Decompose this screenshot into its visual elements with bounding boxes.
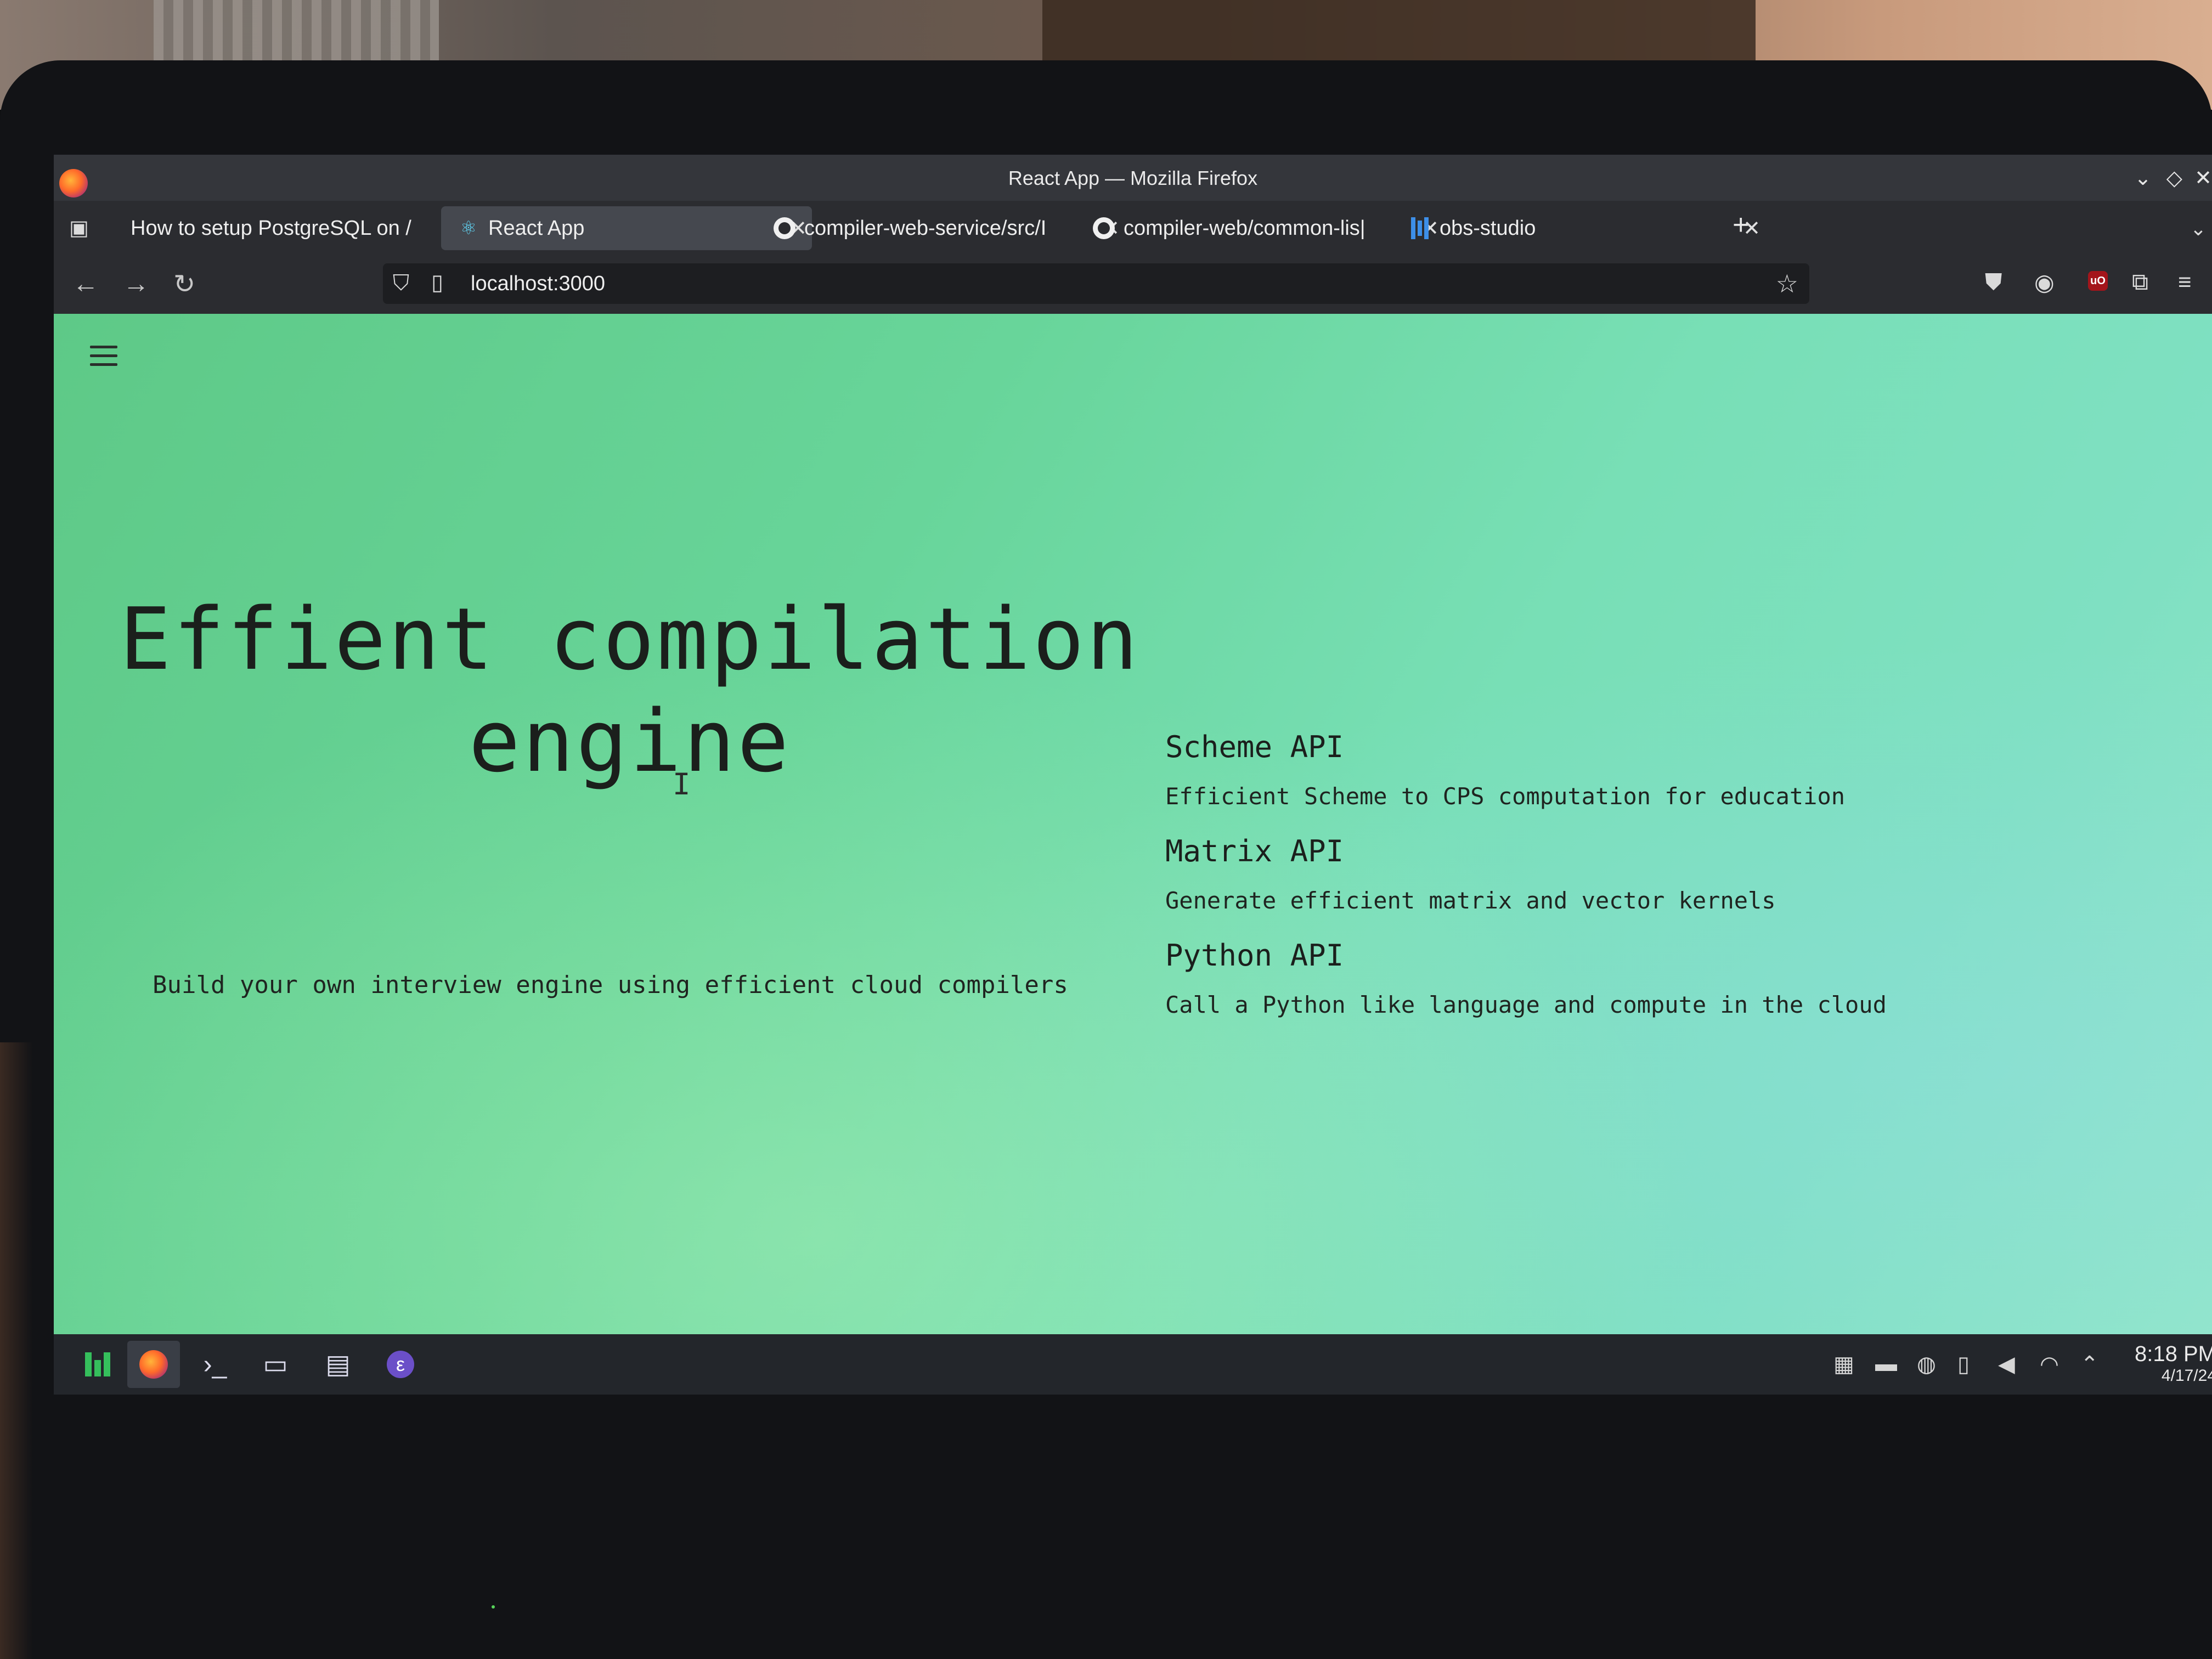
tab-react-app[interactable]: ⚛ React App ✕ bbox=[441, 206, 812, 250]
account-icon[interactable]: ◉ bbox=[2034, 269, 2055, 296]
firefox-icon[interactable] bbox=[127, 1341, 180, 1388]
api-name[interactable]: Python API bbox=[1165, 938, 1988, 973]
url-bar[interactable]: ⛉ ▯ localhost:3000 ☆ bbox=[383, 263, 1809, 304]
app-launcher-icon[interactable] bbox=[71, 1341, 124, 1388]
tab-bar: ▣ How to setup PostgreSQL on / ✕ ⚛ React… bbox=[54, 201, 2212, 253]
taskbar: ›_ ▭ ▤ ε ▦ ▬ ◍ ▯ ◀ ◠ ⌃ 8:18 PM 4/17/24 bbox=[54, 1334, 2212, 1395]
api-list: Scheme API Efficient Scheme to CPS compu… bbox=[1165, 730, 1988, 1042]
api-description: Generate efficient matrix and vector ker… bbox=[1165, 887, 1776, 914]
bookmark-star-icon[interactable]: ☆ bbox=[1776, 269, 1798, 298]
maximize-window-button[interactable]: ◇ bbox=[2166, 166, 2182, 190]
chevron-up-icon[interactable]: ⌃ bbox=[2080, 1352, 2099, 1377]
new-tab-button[interactable]: + bbox=[1733, 208, 1749, 241]
api-item-python[interactable]: Python API Call a Python like language a… bbox=[1165, 938, 1988, 1018]
wifi-icon[interactable]: ◠ bbox=[2040, 1352, 2059, 1377]
system-clock[interactable]: 8:18 PM 4/17/24 bbox=[2135, 1342, 2212, 1385]
background-shelf bbox=[1042, 0, 1756, 60]
hamburger-menu-icon[interactable] bbox=[90, 346, 117, 372]
react-icon: ⚛ bbox=[460, 218, 477, 239]
tab-label: obs-studio bbox=[1440, 216, 1536, 240]
api-description: Efficient Scheme to CPS computation for … bbox=[1165, 783, 1846, 810]
obs-icon bbox=[1409, 217, 1431, 239]
document-viewer-icon[interactable]: ▤ bbox=[312, 1341, 364, 1388]
screen: React App — Mozilla Firefox ⌄ ◇ ✕ ▣ How … bbox=[54, 155, 2212, 1395]
api-description: Call a Python like language and compute … bbox=[1165, 991, 1887, 1018]
minimize-window-button[interactable]: ⌄ bbox=[2134, 166, 2152, 190]
app-menu-icon[interactable]: ≡ bbox=[2178, 269, 2192, 295]
hero-subtitle: Build your own interview engine using ef… bbox=[153, 971, 1068, 999]
ublock-origin-icon[interactable]: uO bbox=[2088, 271, 2108, 291]
update-icon[interactable]: ◍ bbox=[1917, 1352, 1936, 1377]
tracking-protection-shield-icon[interactable]: ⛉ bbox=[393, 271, 409, 296]
firefox-view-icon[interactable]: ▣ bbox=[68, 217, 90, 239]
power-led bbox=[492, 1605, 495, 1609]
tab-label: How to setup PostgreSQL on / bbox=[131, 216, 411, 240]
page-info-icon[interactable]: ▯ bbox=[431, 270, 443, 295]
api-name[interactable]: Scheme API bbox=[1165, 730, 1988, 764]
window-title: React App — Mozilla Firefox bbox=[1008, 167, 1258, 189]
tab-compiler-web-common-lisp[interactable]: compiler-web/common-lis| ✕ bbox=[1076, 206, 1444, 250]
clock-date: 4/17/24 bbox=[2161, 1367, 2212, 1385]
hero-title: Effient compilation engine bbox=[119, 589, 1141, 791]
emacs-icon[interactable]: ε bbox=[374, 1341, 427, 1388]
github-icon bbox=[774, 217, 795, 239]
api-name[interactable]: Matrix API bbox=[1165, 834, 1988, 868]
tab-compiler-web-service[interactable]: compiler-web-service/src/I ✕ bbox=[757, 206, 1125, 250]
pocket-icon[interactable]: ⛊ bbox=[1985, 269, 2002, 296]
window-titlebar[interactable]: React App — Mozilla Firefox ⌄ ◇ ✕ bbox=[54, 155, 2212, 201]
volume-icon[interactable]: ◀ bbox=[1998, 1352, 2015, 1377]
clock-time: 8:18 PM bbox=[2135, 1342, 2212, 1366]
terminal-icon[interactable]: ›_ bbox=[189, 1341, 241, 1388]
url-text[interactable]: localhost:3000 bbox=[471, 272, 605, 296]
clipboard-icon[interactable]: ▯ bbox=[1957, 1352, 1970, 1377]
tab-label: compiler-web/common-lis| bbox=[1124, 216, 1365, 240]
github-icon bbox=[1093, 217, 1115, 239]
keyboard-icon[interactable]: ▦ bbox=[1833, 1352, 1854, 1377]
bezel-reflection bbox=[0, 1042, 33, 1659]
forward-button[interactable]: → bbox=[123, 269, 149, 299]
tab-label: React App bbox=[488, 216, 585, 240]
file-manager-icon[interactable]: ▭ bbox=[249, 1341, 302, 1388]
display-icon[interactable]: ▬ bbox=[1875, 1352, 1897, 1376]
page-viewport: Effient compilation engine Build your ow… bbox=[54, 314, 2212, 1395]
tab-label: compiler-web-service/src/I bbox=[804, 216, 1047, 240]
back-button[interactable]: ← bbox=[72, 269, 99, 299]
tab-obs-studio[interactable]: obs-studio ✕ bbox=[1392, 206, 1765, 250]
api-item-scheme[interactable]: Scheme API Efficient Scheme to CPS compu… bbox=[1165, 730, 1988, 810]
navigation-bar: ← → ↻ ⛉ ▯ localhost:3000 ☆ ⛊ ◉ uO ⧉ ≡ bbox=[54, 253, 2212, 314]
api-item-matrix[interactable]: Matrix API Generate efficient matrix and… bbox=[1165, 834, 1988, 914]
reload-button[interactable]: ↻ bbox=[173, 269, 195, 300]
close-window-button[interactable]: ✕ bbox=[2194, 166, 2212, 190]
list-all-tabs-icon[interactable]: ⌄ bbox=[2190, 217, 2207, 240]
tab-postgresql[interactable]: How to setup PostgreSQL on / ✕ bbox=[114, 206, 487, 250]
extensions-icon[interactable]: ⧉ bbox=[2132, 269, 2148, 296]
text-cursor-icon: I bbox=[673, 767, 691, 802]
